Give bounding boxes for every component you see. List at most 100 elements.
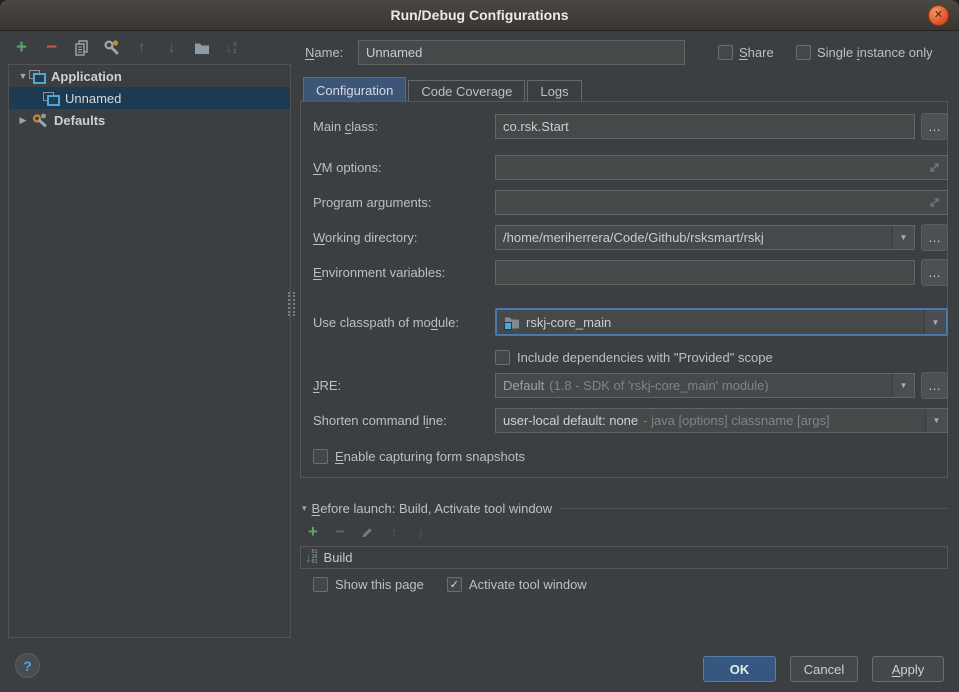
move-up-button[interactable]: ↑ (132, 38, 151, 57)
move-task-down-button[interactable]: ↓ (414, 524, 428, 540)
main-class-row: Main class: co.rsk.Start … (300, 114, 948, 139)
plus-icon: + (308, 522, 318, 542)
splitter-grip[interactable] (288, 292, 295, 316)
arrow-down-icon: ↓ (168, 39, 176, 56)
add-configuration-button[interactable]: + (12, 38, 31, 57)
program-arguments-label: Program arguments: (300, 195, 495, 210)
main-class-browse-button[interactable]: … (921, 113, 948, 140)
defaults-wrench-icon (31, 112, 48, 128)
shorten-command-line-label: Shorten command line: (300, 413, 495, 428)
edit-task-button[interactable] (360, 524, 374, 540)
browse-icon: … (928, 266, 941, 279)
copy-icon (74, 40, 89, 56)
tree-item-label: Unnamed (65, 91, 121, 106)
tree-item-label: Application (51, 69, 122, 84)
jre-row: JRE: Default (1.8 - SDK of 'rskj-core_ma… (300, 373, 948, 398)
sort-arrow-icon: ↓ (226, 41, 232, 55)
run-debug-configurations-dialog: Run/Debug Configurations ✕ + − ↑ ↓ (0, 0, 959, 692)
edit-defaults-button[interactable] (102, 38, 121, 57)
name-value: Unnamed (366, 45, 422, 60)
working-directory-row: Working directory: /home/meriherrera/Cod… (300, 225, 948, 250)
name-input[interactable]: Unnamed (358, 40, 685, 65)
tab-configuration[interactable]: Configuration (303, 77, 406, 102)
dropdown-arrow-icon[interactable]: ▼ (925, 409, 947, 432)
expand-field-icon[interactable] (929, 197, 940, 208)
arrow-up-icon: ↑ (390, 524, 398, 541)
name-label: Name: (305, 45, 343, 60)
tab-code-coverage[interactable]: Code Coverage (408, 80, 525, 102)
dropdown-arrow-icon[interactable]: ▼ (892, 226, 914, 249)
single-instance-checkbox[interactable] (796, 45, 811, 60)
move-down-button[interactable]: ↓ (162, 38, 181, 57)
dropdown-arrow-icon[interactable]: ▼ (924, 310, 946, 334)
environment-variables-row: Environment variables: … (300, 260, 948, 285)
minus-icon: − (335, 522, 345, 542)
check-icon: ✓ (450, 578, 459, 591)
task-label: Build (324, 550, 353, 565)
tree-item-application[interactable]: ▼ Application (9, 65, 290, 87)
remove-task-button[interactable]: − (333, 524, 347, 540)
activate-tool-window-label[interactable]: Activate tool window (469, 577, 587, 592)
capture-snapshots-row: Enable capturing form snapshots (300, 444, 948, 469)
capture-snapshots-label[interactable]: Enable capturing form snapshots (335, 449, 525, 464)
browse-icon: … (928, 231, 941, 244)
create-folder-button[interactable] (192, 38, 211, 57)
before-launch-title: Before launch: Build, Activate tool wind… (312, 501, 553, 516)
share-label[interactable]: Share (739, 45, 774, 60)
build-icon: ↓ 011001 (305, 550, 318, 565)
activate-tool-window-checkbox[interactable]: ✓ (447, 577, 462, 592)
include-provided-checkbox[interactable] (495, 350, 510, 365)
browse-icon: … (928, 120, 941, 133)
show-this-page-label[interactable]: Show this page (335, 577, 424, 592)
folder-icon (194, 41, 210, 55)
share-checkbox[interactable] (718, 45, 733, 60)
help-button[interactable]: ? (15, 653, 40, 678)
before-launch-section-header[interactable]: ▾ Before launch: Build, Activate tool wi… (302, 501, 948, 516)
section-divider (560, 508, 948, 509)
main-class-input[interactable]: co.rsk.Start (495, 114, 915, 139)
show-this-page-checkbox[interactable] (313, 577, 328, 592)
tab-logs[interactable]: Logs (527, 80, 581, 102)
vm-options-input[interactable] (495, 155, 948, 180)
environment-variables-label: Environment variables: (300, 265, 495, 280)
tree-item-label: Defaults (54, 113, 105, 128)
remove-configuration-button[interactable]: − (42, 38, 61, 57)
collapsed-twisty-icon[interactable]: ▶ (17, 115, 29, 126)
tree-item-defaults[interactable]: ▶ Defaults (9, 109, 290, 131)
before-launch-options: Show this page ✓ Activate tool window (313, 577, 587, 592)
before-launch-toolbar: + − ↑ ↓ (306, 524, 428, 540)
include-provided-label[interactable]: Include dependencies with "Provided" sco… (517, 350, 773, 365)
cancel-button[interactable]: Cancel (790, 656, 858, 682)
settings-tabs: Configuration Code Coverage Logs (303, 77, 582, 102)
classpath-module-combobox[interactable]: rskj-core_main ▼ (495, 308, 948, 336)
expand-field-icon[interactable] (929, 162, 940, 173)
close-icon: ✕ (934, 10, 943, 21)
before-launch-task-build[interactable]: ↓ 011001 Build (300, 546, 948, 569)
wrench-icon (103, 39, 120, 56)
working-directory-combobox[interactable]: /home/meriherrera/Code/Github/rsksmart/r… (495, 225, 915, 250)
add-task-button[interactable]: + (306, 524, 320, 540)
working-directory-browse-button[interactable]: … (921, 224, 948, 251)
environment-variables-input[interactable] (495, 260, 915, 285)
ok-button[interactable]: OK (703, 656, 776, 682)
copy-configuration-button[interactable] (72, 38, 91, 57)
move-task-up-button[interactable]: ↑ (387, 524, 401, 540)
vm-options-row: VM options: (300, 155, 948, 180)
expanded-twisty-icon[interactable]: ▼ (17, 71, 29, 81)
single-instance-label[interactable]: Single instance only (817, 45, 933, 60)
jre-browse-button[interactable]: … (921, 372, 948, 399)
capture-snapshots-checkbox[interactable] (313, 449, 328, 464)
close-button[interactable]: ✕ (928, 5, 949, 26)
dropdown-arrow-icon[interactable]: ▼ (892, 374, 914, 397)
apply-button[interactable]: Apply (872, 656, 944, 682)
program-arguments-input[interactable] (495, 190, 948, 215)
jre-combobox[interactable]: Default (1.8 - SDK of 'rskj-core_main' m… (495, 373, 915, 398)
tree-item-unnamed[interactable]: Unnamed (9, 87, 290, 109)
shorten-command-line-row: Shorten command line: user-local default… (300, 408, 948, 433)
section-collapse-icon[interactable]: ▾ (302, 503, 307, 514)
sort-az-icon: az (233, 41, 237, 55)
sort-configurations-button[interactable]: ↓ az (222, 38, 241, 57)
shorten-command-line-combobox[interactable]: user-local default: none - java [options… (495, 408, 948, 433)
jre-label: JRE: (300, 378, 495, 393)
environment-variables-browse-button[interactable]: … (921, 259, 948, 286)
